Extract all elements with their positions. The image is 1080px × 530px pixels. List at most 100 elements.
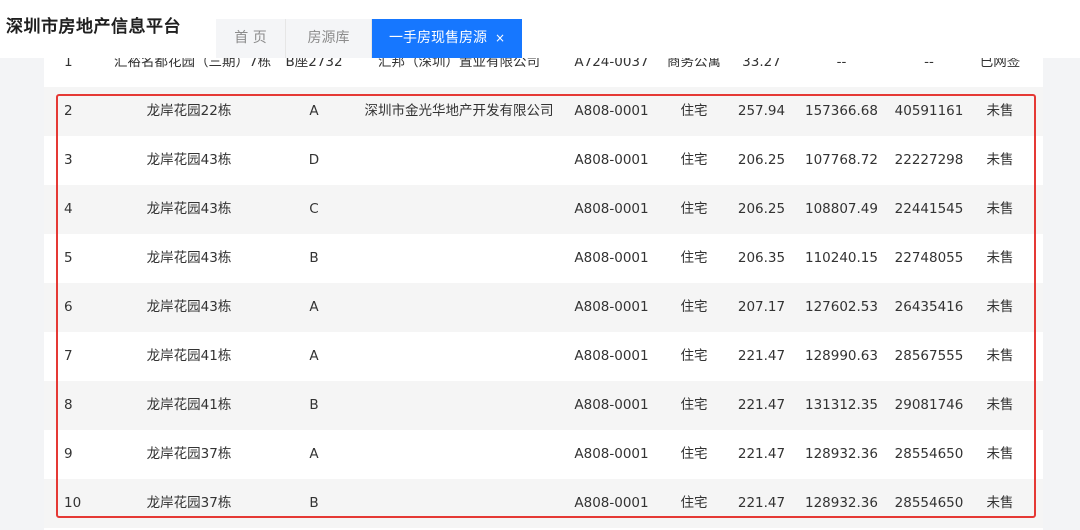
- developer-name: [354, 185, 564, 234]
- floor-area: 206.35: [737, 250, 786, 266]
- presale-code: A808-0001: [574, 348, 649, 364]
- tab-home[interactable]: 首 页: [216, 19, 286, 58]
- developer-name: [354, 136, 564, 185]
- table-row[interactable]: 9 龙岸花园37栋 A A808-0001 住宅 221.47 128932.36 28554…: [44, 430, 1043, 479]
- usage-type: 住宅: [680, 397, 708, 413]
- usage-type: 住宅: [680, 446, 708, 462]
- usage-type: 住宅: [680, 495, 708, 511]
- unit-name: B: [309, 397, 319, 413]
- sale-status: 未售: [986, 152, 1014, 168]
- unit-name: A: [309, 446, 319, 462]
- row-number: 2: [64, 103, 73, 119]
- table-row[interactable]: 10 龙岸花园37栋 B A808-0001 住宅 221.47 128932.36 2855…: [44, 479, 1043, 528]
- row-number: 3: [64, 152, 73, 168]
- project-name: 龙岸花园43栋: [146, 152, 232, 168]
- floor-area: 207.17: [737, 299, 786, 315]
- developer-name: [354, 479, 564, 528]
- total-price: 40591161: [894, 103, 964, 119]
- unit-price: 128932.36: [804, 446, 878, 462]
- total-price: 28554650: [894, 446, 964, 462]
- project-name: 龙岸花园43栋: [146, 201, 232, 217]
- total-price: 22441545: [894, 201, 964, 217]
- row-number: 5: [64, 250, 73, 266]
- developer-name: [354, 332, 564, 381]
- sale-status: 未售: [986, 495, 1014, 511]
- total-price: 29081746: [894, 397, 964, 413]
- presale-code: A808-0001: [574, 397, 649, 413]
- presale-code: A808-0001: [574, 152, 649, 168]
- row-number: 8: [64, 397, 73, 413]
- sale-status: 未售: [986, 446, 1014, 462]
- unit-price: 128990.63: [804, 348, 878, 364]
- floor-area: 257.94: [737, 103, 786, 119]
- right-gutter: [1043, 58, 1080, 530]
- row-number: 4: [64, 201, 73, 217]
- table-row[interactable]: 6 龙岸花园43栋 A A808-0001 住宅 207.17 127602.53 26435…: [44, 283, 1043, 332]
- floor-area: 206.25: [737, 201, 786, 217]
- presale-code: A808-0001: [574, 446, 649, 462]
- presale-code: A808-0001: [574, 103, 649, 119]
- row-number: 10: [64, 495, 82, 511]
- sale-status: 未售: [986, 299, 1014, 315]
- developer-name: [354, 283, 564, 332]
- table-row[interactable]: 3 龙岸花园43栋 D A808-0001 住宅 206.25 107768.72 22227…: [44, 136, 1043, 185]
- project-name: 龙岸花园37栋: [146, 495, 232, 511]
- table-row[interactable]: 4 龙岸花园43栋 C A808-0001 住宅 206.25 108807.49 22441…: [44, 185, 1043, 234]
- floor-area: 206.25: [737, 152, 786, 168]
- usage-type: 住宅: [680, 103, 708, 119]
- presale-code: A808-0001: [574, 299, 649, 315]
- floor-area: 221.47: [737, 397, 786, 413]
- sale-status: 未售: [986, 348, 1014, 364]
- row-number: 7: [64, 348, 73, 364]
- project-name: 龙岸花园41栋: [146, 397, 232, 413]
- tab-new-homes-label: 一手房现售房源: [388, 30, 487, 46]
- developer-name: [354, 381, 564, 430]
- close-icon[interactable]: ×: [495, 31, 505, 45]
- total-price: 22748055: [894, 250, 964, 266]
- table-row[interactable]: 7 龙岸花园41栋 A A808-0001 住宅 221.47 128990.63 28567…: [44, 332, 1043, 381]
- row-number: 9: [64, 446, 73, 462]
- floor-area: 221.47: [737, 495, 786, 511]
- usage-type: 住宅: [680, 152, 708, 168]
- unit-price: 107768.72: [804, 152, 878, 168]
- sale-status: 未售: [986, 201, 1014, 217]
- row-number: 6: [64, 299, 73, 315]
- project-name: 龙岸花园43栋: [146, 250, 232, 266]
- total-price: 28554650: [894, 495, 964, 511]
- presale-code: A808-0001: [574, 250, 649, 266]
- total-price: 28567555: [894, 348, 964, 364]
- tab-bar: 首 页 房源库 一手房现售房源 ×: [216, 19, 522, 58]
- unit-name: D: [308, 152, 320, 168]
- project-name: 龙岸花园43栋: [146, 299, 232, 315]
- unit-name: A: [309, 103, 319, 119]
- total-price: 22227298: [894, 152, 964, 168]
- sale-status: 未售: [986, 103, 1014, 119]
- tab-new-homes-for-sale[interactable]: 一手房现售房源 ×: [372, 19, 522, 58]
- floor-area: 221.47: [737, 348, 786, 364]
- unit-price: 131312.35: [804, 397, 878, 413]
- tab-listing-library[interactable]: 房源库: [286, 19, 372, 58]
- sale-status: 未售: [986, 397, 1014, 413]
- unit-price: 128932.36: [804, 495, 878, 511]
- project-name: 龙岸花园22栋: [146, 103, 232, 119]
- unit-price: 108807.49: [804, 201, 878, 217]
- unit-name: C: [309, 201, 319, 217]
- developer-name: [354, 430, 564, 479]
- table-row[interactable]: 5 龙岸花园43栋 B A808-0001 住宅 206.35 110240.15 22748…: [44, 234, 1043, 283]
- unit-name: B: [309, 250, 319, 266]
- sale-status: 未售: [986, 250, 1014, 266]
- left-gutter: [0, 58, 44, 530]
- developer-name: 深圳市金光华地产开发有限公司: [364, 103, 554, 119]
- unit-name: B: [309, 495, 319, 511]
- top-header: 深圳市房地产信息平台 首 页 房源库 一手房现售房源 ×: [0, 0, 1080, 58]
- usage-type: 住宅: [680, 201, 708, 217]
- table-row[interactable]: 2 龙岸花园22栋 A 深圳市金光华地产开发有限公司 A808-0001 住宅 257.94…: [44, 87, 1043, 136]
- unit-name: A: [309, 299, 319, 315]
- project-name: 龙岸花园37栋: [146, 446, 232, 462]
- listings-table: 1 汇裕名都花园（三期）7栋 B座2732 汇邦（深圳）置业有限公司 A724-0037…: [44, 36, 1043, 530]
- unit-name: A: [309, 348, 319, 364]
- table-row[interactable]: 8 龙岸花园41栋 B A808-0001 住宅 221.47 131312.35 29081…: [44, 381, 1043, 430]
- developer-name: [354, 234, 564, 283]
- unit-price: 110240.15: [804, 250, 878, 266]
- floor-area: 221.47: [737, 446, 786, 462]
